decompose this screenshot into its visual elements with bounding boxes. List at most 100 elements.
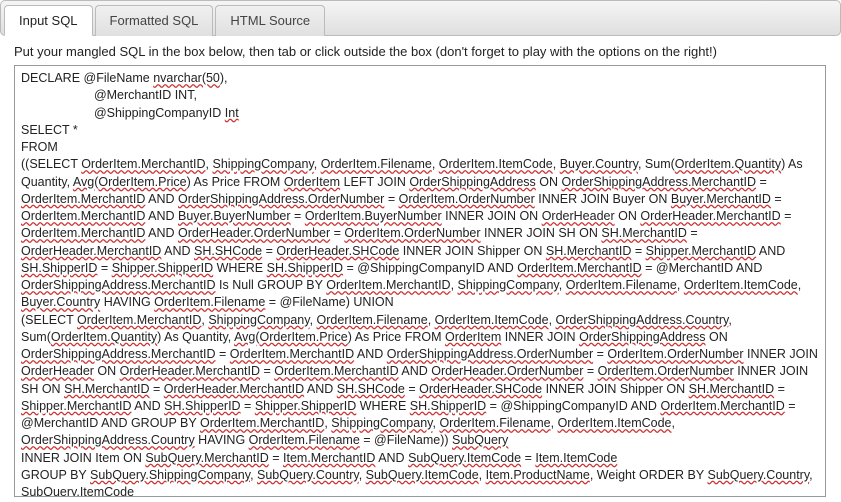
sql-text: Sum( <box>21 330 51 344</box>
sql-text: OrderItem.Filename <box>439 416 550 430</box>
sql-text: AND <box>399 364 432 378</box>
sql-text: AND <box>304 382 337 396</box>
sql-text: ON <box>615 209 641 223</box>
sql-text: = <box>269 451 283 465</box>
sql-text: , <box>359 468 366 482</box>
sql-text: (SELECT <box>21 313 77 327</box>
sql-text: AND <box>145 209 178 223</box>
sql-text: ) As Price FROM <box>187 175 284 189</box>
sql-text: SH.MerchantID <box>64 382 149 396</box>
sql-text: OrderShippingAddress.Country <box>21 433 195 447</box>
sql-text: GROUP BY <box>21 468 90 482</box>
sql-text: = <box>150 382 164 396</box>
sql-text: OrderHeader <box>21 364 94 378</box>
sql-text: = <box>241 399 255 413</box>
sql-text: Buyer.MerchantID <box>671 192 771 206</box>
sql-text: , <box>310 313 317 327</box>
sql-text: , <box>428 313 435 327</box>
sql-text: = @FileName)) <box>360 433 452 447</box>
sql-text: INNER JOIN Shipper ON <box>542 382 689 396</box>
sql-text: OrderItem.ItemCode <box>439 157 553 171</box>
sql-text: SH.SHCode <box>337 382 405 396</box>
sql-text: OrderItem.Quantity <box>675 157 781 171</box>
sql-text: = @ShippingCompanyID AND <box>486 399 660 413</box>
sql-text: ShippingCompany <box>331 416 432 430</box>
sql-text: HAVING <box>195 433 249 447</box>
sql-text: SubQuery.ItemCode <box>408 451 521 465</box>
sql-text: HAVING <box>100 295 154 309</box>
sql-input-box[interactable]: DECLARE @FileName nvarchar(50), @Merchan… <box>14 65 826 497</box>
sql-text: = <box>521 451 535 465</box>
sql-text: Item.ProductName <box>486 468 590 482</box>
sql-text: , <box>677 278 684 292</box>
sql-text: AND <box>131 399 164 413</box>
sql-text: , <box>250 468 257 482</box>
sql-text: DECLARE @FileName <box>21 71 150 85</box>
sql-text: OrderHeader <box>542 209 615 223</box>
sql-text: OrderItem <box>284 175 340 189</box>
sql-text: OrderItem.OrderNumber <box>598 364 734 378</box>
sql-text: WHERE <box>213 261 266 275</box>
sql-text: OrderShippingAddress.OrderNumber <box>387 347 593 361</box>
sql-text: OrderItem.OrderNumber <box>607 347 743 361</box>
sql-text: , <box>206 157 213 171</box>
sql-text: OrderItem.MerchantID <box>21 209 145 223</box>
sql-text: = <box>262 244 276 258</box>
sql-text: , <box>559 278 566 292</box>
sql-text: OrderItem.BuyerNumber <box>305 209 442 223</box>
sql-text: SELECT * <box>21 123 78 137</box>
sql-text: OrderItem.Price <box>260 330 348 344</box>
sql-text: Buyer.Country <box>21 295 100 309</box>
sql-text: AND <box>375 451 408 465</box>
sql-text: @ShippingCompanyID <box>94 106 221 120</box>
sql-text: SubQuery.ShippingCompany <box>90 468 250 482</box>
sql-text: OrderShippingAddress.MerchantID <box>21 347 216 361</box>
sql-text: OrderHeader.OrderNumber <box>178 226 330 240</box>
sql-text: OrderItem <box>445 330 501 344</box>
sql-text: ON <box>536 175 562 189</box>
sql-text: , <box>432 157 439 171</box>
sql-text: SubQuery.Country <box>257 468 359 482</box>
sql-text: Shipper.ShipperID <box>112 261 213 275</box>
sql-text: AND <box>161 244 194 258</box>
sql-text: ON <box>706 330 728 344</box>
sql-text: = <box>384 192 398 206</box>
sql-text: = <box>781 209 792 223</box>
sql-text: SH.SHCode <box>194 244 262 258</box>
sql-text: OrderItem.ItemCode <box>684 278 798 292</box>
tab-input-sql[interactable]: Input SQL <box>4 5 93 36</box>
sql-text: Buyer.BuyerNumber <box>178 209 291 223</box>
sql-text: ), <box>220 71 228 85</box>
sql-text: OrderHeader.MerchantID <box>21 244 161 258</box>
sql-text: INNER JOIN <box>744 347 818 361</box>
sql-text: OrderItem.Price <box>98 175 186 189</box>
sql-text: OrderShippingAddress.Country <box>556 313 729 327</box>
sql-text: SubQuery.ItemCode <box>366 468 479 482</box>
sql-text: SH.ShipperID <box>410 399 486 413</box>
sql-text: SH.MerchantID <box>546 244 631 258</box>
sql-text: = <box>774 382 785 396</box>
sql-text: , <box>672 416 675 430</box>
sql-text: ShippingCompany <box>213 157 314 171</box>
sql-text: INNER JOIN Item ON <box>21 451 145 465</box>
sql-text: = <box>291 209 305 223</box>
sql-text: OrderHeader.SHCode <box>276 244 399 258</box>
sql-text: = @MerchantID AND <box>642 261 763 275</box>
sql-text: = <box>97 261 111 275</box>
sql-text: OrderItem.ItemCode <box>558 416 672 430</box>
sql-text: OrderItem.ItemCode <box>435 313 549 327</box>
sql-text: = @ShippingCompanyID AND <box>343 261 517 275</box>
sql-text: LEFT JOIN <box>340 175 409 189</box>
instructions-text: Put your mangled SQL in the box below, t… <box>14 44 837 59</box>
sql-text: Avg( <box>73 175 98 189</box>
tab-formatted-sql[interactable]: Formatted SQL <box>95 5 214 36</box>
sql-text: AND <box>145 226 178 240</box>
sql-text: Shipper.MerchantID <box>21 399 131 413</box>
sql-text: , <box>549 313 556 327</box>
sql-text: AND <box>145 192 178 206</box>
sql-text: SH.MerchantID <box>601 226 686 240</box>
sql-text: , <box>314 157 321 171</box>
tab-html-source[interactable]: HTML Source <box>215 5 325 36</box>
sql-text: OrderItem.MerchantID <box>660 399 784 413</box>
sql-text: = <box>631 244 645 258</box>
